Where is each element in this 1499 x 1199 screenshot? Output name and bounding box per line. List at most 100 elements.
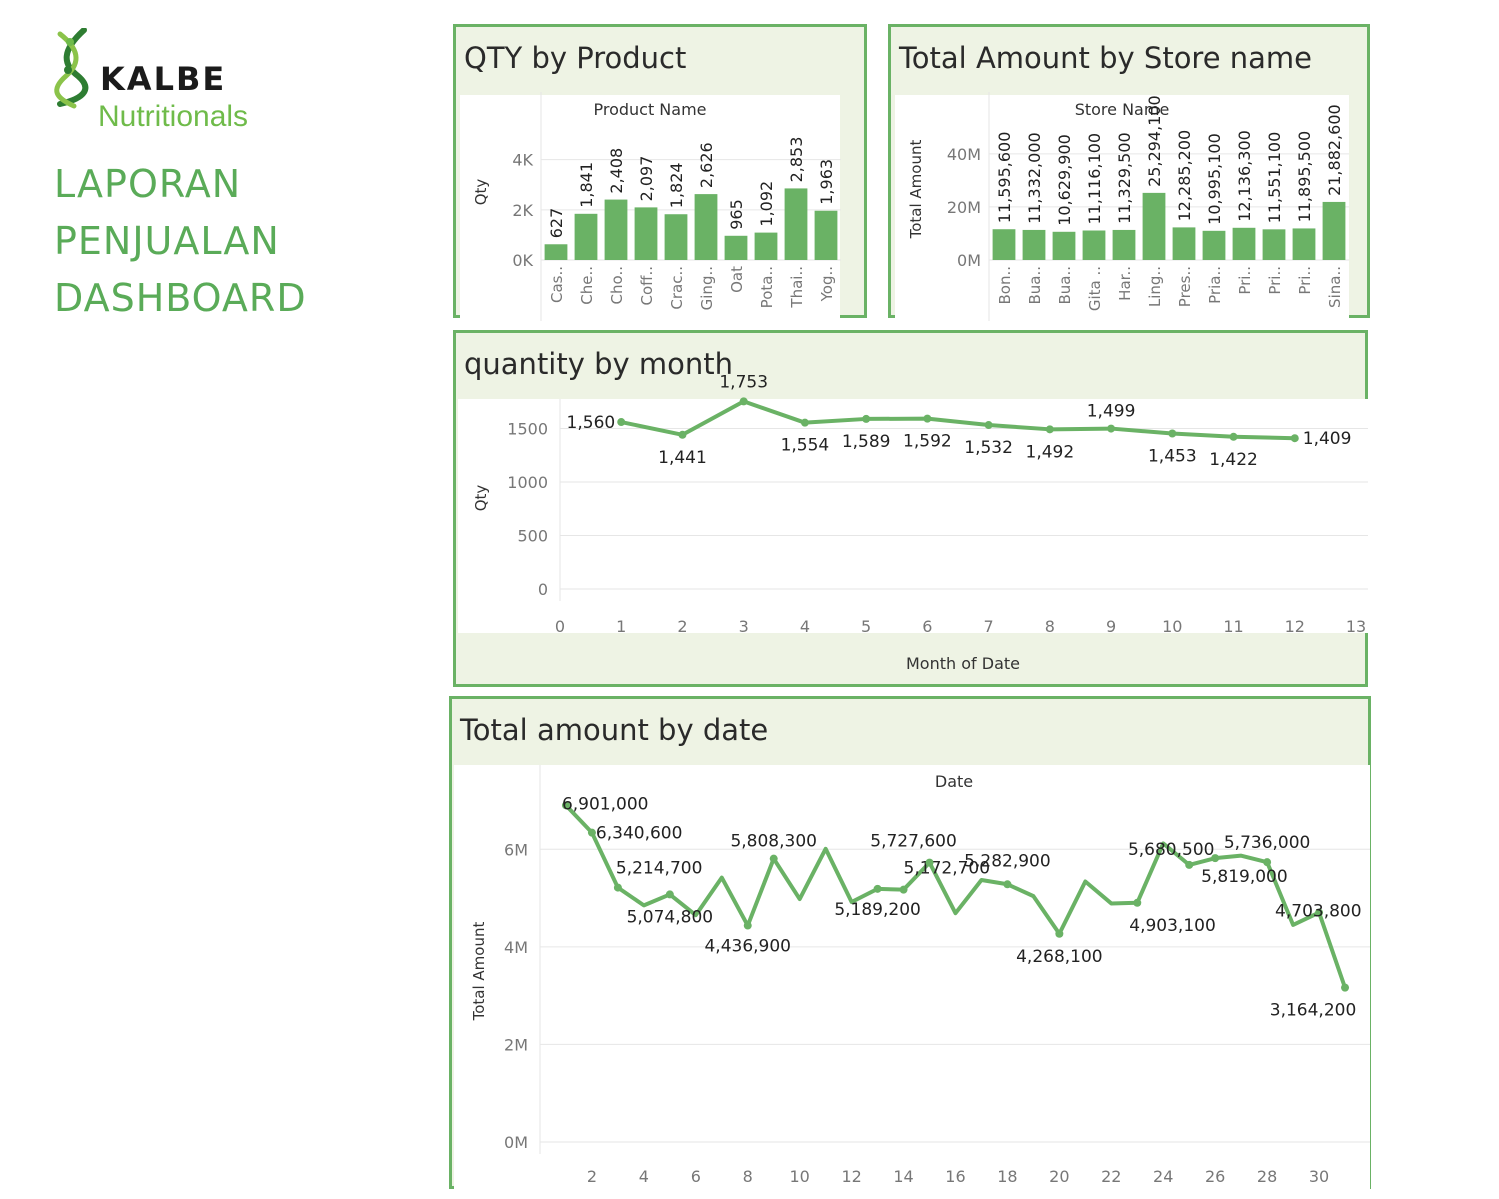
dashboard-title-line: PENJUALAN (54, 219, 280, 263)
amount-by-store-panel: Total Amount by Store name Store Name 0M 2… (888, 24, 1370, 321)
y-tick-label: 6M (504, 840, 528, 859)
data-label: 1,499 (1087, 402, 1136, 422)
data-point (1290, 434, 1299, 443)
data-point (923, 414, 932, 423)
bar (1112, 229, 1136, 260)
data-point (678, 430, 687, 439)
data-label: 1,409 (1303, 429, 1352, 449)
y-tick-label: 1000 (507, 473, 548, 492)
amount-by-date-chart: Date0M2M4M6M2 4 6 8 10 12 14 16 18 20 22 24 26 28 30To… (454, 765, 1370, 1189)
data-point (1045, 425, 1054, 434)
bar-value-label: 11,595,600 (995, 132, 1014, 224)
x-tick-label: 24 (1153, 1167, 1173, 1186)
bar-value-label: 2,626 (697, 142, 716, 188)
bar-value-label: 1,841 (577, 162, 596, 208)
x-tick-label: Cas.. (548, 266, 566, 303)
bar (754, 232, 778, 260)
data-point (1211, 854, 1220, 863)
data-label: 5,819,000 (1201, 867, 1288, 887)
x-tick-label: 12 (1285, 617, 1305, 636)
qty-by-month-chart: 0500100015000 1 2 3 4 5 6 7 8 9 10 11 12 13Month of D… (458, 372, 1368, 673)
y-tick-label: 0M (957, 251, 981, 270)
bar (1172, 227, 1196, 260)
kalbe-logo: KALBE Nutritionals (48, 28, 278, 138)
bar (1232, 227, 1256, 260)
x-tick-label: 22 (1101, 1167, 1121, 1186)
data-label: 4,903,100 (1129, 916, 1216, 936)
bar-value-label: 1,824 (667, 162, 686, 208)
data-label: 1,753 (719, 372, 768, 392)
x-tick-label: 7 (984, 617, 994, 636)
x-tick-label: Pri.. (1296, 266, 1314, 295)
data-point (1229, 432, 1238, 441)
x-tick-label: 6 (922, 617, 932, 636)
data-point (1003, 880, 1012, 889)
x-tick-label: Ging.. (698, 266, 716, 310)
bar (604, 199, 628, 260)
chart-header: Product Name (593, 100, 706, 119)
logo-sub-text: Nutritionals (98, 100, 249, 133)
data-point (899, 885, 908, 894)
y-tick-label: 4K (512, 151, 533, 170)
bar-value-label: 11,332,000 (1025, 132, 1044, 224)
bar (1262, 229, 1286, 260)
data-label: 5,727,600 (870, 832, 957, 852)
bar (1142, 192, 1166, 260)
data-point (1341, 983, 1350, 992)
data-label: 1,560 (567, 413, 616, 433)
y-axis-label: Total Amount (907, 140, 925, 240)
data-point (743, 921, 752, 930)
bar-value-label: 11,895,500 (1295, 131, 1314, 223)
x-tick-label: 8 (1045, 617, 1055, 636)
x-tick-label: Ling.. (1146, 266, 1164, 307)
x-tick-label: Yog.. (818, 266, 836, 302)
x-tick-label: Che.. (578, 266, 596, 305)
bar-value-label: 12,136,300 (1235, 130, 1254, 222)
x-tick-label: Coff.. (638, 266, 656, 306)
x-tick-label: Crac.. (668, 266, 686, 310)
bar (544, 244, 568, 260)
x-tick-label: Thai.. (788, 266, 806, 309)
x-tick-label: Pota.. (758, 266, 776, 308)
data-label: 6,901,000 (562, 794, 649, 814)
data-label: 5,680,500 (1128, 840, 1215, 860)
logo-brand-text: KALBE (100, 60, 227, 98)
y-tick-label: 0 (538, 580, 548, 599)
bar-value-label: 11,551,100 (1265, 132, 1284, 224)
amount-by-date-panel: Total amount by date Date 0M 2M 4M 6M 2 4 6 8 10 1… (449, 696, 1371, 1189)
data-point (925, 858, 934, 867)
x-tick-label: 2 (587, 1167, 597, 1186)
x-tick-label: 18 (997, 1167, 1017, 1186)
x-tick-label: 9 (1106, 617, 1116, 636)
data-point (665, 890, 674, 899)
x-tick-label: Pria.. (1206, 266, 1224, 304)
bar (1292, 228, 1316, 260)
x-tick-label: 1 (616, 617, 626, 636)
bar-value-label: 10,629,900 (1055, 134, 1074, 226)
data-label: 1,554 (781, 436, 830, 456)
x-tick-label: 26 (1205, 1167, 1225, 1186)
y-tick-label: 20M (947, 198, 981, 217)
data-label: 1,422 (1209, 450, 1258, 470)
x-tick-label: Bon.. (996, 266, 1014, 305)
data-point (1185, 860, 1194, 869)
data-label: 5,214,700 (616, 859, 703, 879)
x-tick-label: Har.. (1116, 266, 1134, 301)
amount-by-store-chart: Store Name0M20M40MTotal Amount 11,595,600… (895, 92, 1349, 321)
x-tick-label: 10 (1162, 617, 1182, 636)
data-point (613, 883, 622, 892)
bar (784, 188, 808, 260)
data-point (984, 421, 993, 430)
data-point (739, 397, 748, 406)
y-tick-label: 2M (504, 1035, 528, 1054)
data-point (873, 884, 882, 893)
data-point (1055, 929, 1064, 938)
bar (1202, 230, 1226, 260)
x-axis-label: Month of Date (906, 654, 1020, 673)
bar-value-label: 965 (727, 199, 746, 230)
data-point (587, 828, 596, 837)
x-tick-label: 10 (790, 1167, 810, 1186)
x-tick-label: Pres.. (1176, 266, 1194, 307)
bar-value-label: 1,963 (817, 159, 836, 205)
x-tick-label: 6 (691, 1167, 701, 1186)
